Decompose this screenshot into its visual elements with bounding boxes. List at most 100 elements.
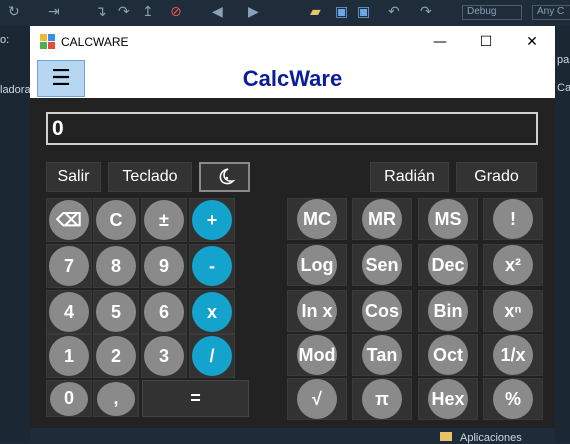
divide-button[interactable]: /	[189, 334, 235, 378]
natural-log-button[interactable]: In x	[287, 290, 347, 332]
percent-button[interactable]: %	[483, 378, 543, 420]
digit-9-button[interactable]: 9	[141, 244, 187, 288]
save-icon[interactable]: ▣	[335, 4, 348, 20]
calculator-window: CALCWARE — ☐ ✕ ☰ CalcWare 0 Salir Teclad…	[30, 26, 555, 428]
key-label: MC	[297, 199, 337, 239]
key-label: π	[362, 379, 402, 419]
digit-2-button[interactable]: 2	[93, 334, 139, 378]
digit-4-button[interactable]: 4	[46, 290, 92, 334]
decimal-base-button[interactable]: Dec	[418, 244, 478, 286]
app-header: ☰ CalcWare	[30, 57, 555, 98]
reciprocal-button[interactable]: 1/x	[483, 334, 543, 376]
key-label: 6	[144, 292, 184, 332]
key-label: ,	[97, 381, 135, 416]
theme-toggle-button[interactable]	[199, 162, 250, 192]
multiply-button[interactable]: x	[189, 290, 235, 334]
save-all-icon[interactable]: ▣	[357, 4, 370, 20]
factorial-button[interactable]: !	[483, 198, 543, 240]
power-button[interactable]: xⁿ	[483, 290, 543, 332]
key-label: Oct	[428, 335, 468, 375]
key-label: Hex	[428, 379, 468, 419]
radian-button[interactable]: Radián	[370, 162, 449, 192]
add-button[interactable]: +	[189, 198, 235, 242]
key-label: In x	[297, 291, 337, 331]
key-label: 1	[49, 336, 89, 376]
digit-3-button[interactable]: 3	[141, 334, 187, 378]
key-label: +	[192, 200, 232, 240]
key-label: Bin	[428, 291, 468, 331]
solution-item-label[interactable]: Aplicaciones	[460, 432, 522, 444]
equals-button[interactable]: =	[142, 380, 249, 417]
key-label: 8	[96, 246, 136, 286]
digit-5-button[interactable]: 5	[93, 290, 139, 334]
key-label: ⌫	[49, 200, 89, 240]
memory-recall-button[interactable]: MR	[352, 198, 412, 240]
ide-right-label: Cal	[557, 82, 570, 94]
ide-left-panel: o: ladora	[0, 26, 31, 442]
tangent-button[interactable]: Tan	[352, 334, 412, 376]
key-label: xⁿ	[493, 291, 533, 331]
folder-icon	[440, 432, 452, 441]
memory-clear-button[interactable]: MC	[287, 198, 347, 240]
digit-8-button[interactable]: 8	[93, 244, 139, 288]
step-icon[interactable]: ↴	[95, 4, 107, 20]
title-bar[interactable]: CALCWARE — ☐ ✕	[30, 26, 555, 57]
salir-button[interactable]: Salir	[46, 162, 101, 192]
key-label: 5	[96, 292, 136, 332]
key-label: x	[192, 292, 232, 332]
clear-button[interactable]: C	[93, 198, 139, 242]
breakpoint-icon[interactable]: ⊘	[170, 4, 182, 20]
redo-icon[interactable]: ↷	[420, 4, 432, 20]
forward-icon[interactable]: ▶	[248, 4, 259, 20]
key-label: Sen	[362, 245, 402, 285]
sine-button[interactable]: Sen	[352, 244, 412, 286]
cosine-button[interactable]: Cos	[352, 290, 412, 332]
folder-open-icon[interactable]: ▰	[310, 4, 321, 20]
key-label: 2	[96, 336, 136, 376]
step-icon[interactable]: ↥	[142, 4, 154, 20]
key-label: 0	[50, 381, 88, 416]
key-label: %	[493, 379, 533, 419]
subtract-button[interactable]: -	[189, 244, 235, 288]
pi-button[interactable]: π	[352, 378, 412, 420]
key-label: Cos	[362, 291, 402, 331]
platform-dropdown[interactable]: Any C	[532, 5, 570, 20]
key-label: ±	[144, 200, 184, 240]
digit-7-button[interactable]: 7	[46, 244, 92, 288]
memory-store-button[interactable]: MS	[418, 198, 478, 240]
key-label: Mod	[297, 335, 337, 375]
digit-0-button[interactable]: 0	[46, 380, 92, 417]
key-label: /	[192, 336, 232, 376]
grado-button[interactable]: Grado	[456, 162, 537, 192]
octal-button[interactable]: Oct	[418, 334, 478, 376]
key-label: √	[297, 379, 337, 419]
teclado-button[interactable]: Teclado	[108, 162, 192, 192]
square-root-button[interactable]: √	[287, 378, 347, 420]
plus-minus-button[interactable]: ±	[141, 198, 187, 242]
key-label: C	[96, 200, 136, 240]
ide-left-label: ladora	[0, 84, 31, 96]
key-label: 1/x	[493, 335, 533, 375]
close-button[interactable]: ✕	[509, 26, 555, 57]
step-icon[interactable]: ⇥	[48, 4, 60, 20]
backspace-button[interactable]: ⌫	[46, 198, 92, 242]
key-label: Log	[297, 245, 337, 285]
step-icon[interactable]: ↷	[118, 4, 130, 20]
key-label: Tan	[362, 335, 402, 375]
digit-6-button[interactable]: 6	[141, 290, 187, 334]
log-button[interactable]: Log	[287, 244, 347, 286]
configuration-dropdown[interactable]: Debug	[462, 5, 522, 20]
square-button[interactable]: x²	[483, 244, 543, 286]
app-title: CalcWare	[242, 66, 343, 91]
modulo-button[interactable]: Mod	[287, 334, 347, 376]
maximize-button[interactable]: ☐	[463, 26, 509, 57]
hexadecimal-button[interactable]: Hex	[418, 378, 478, 420]
undo-icon[interactable]: ↶	[388, 4, 400, 20]
decimal-button[interactable]: ,	[93, 380, 139, 417]
window-title: CALCWARE	[61, 35, 129, 49]
back-icon[interactable]: ◀	[212, 4, 223, 20]
binary-button[interactable]: Bin	[418, 290, 478, 332]
refresh-icon[interactable]: ↻	[8, 4, 20, 20]
digit-1-button[interactable]: 1	[46, 334, 92, 378]
minimize-button[interactable]: —	[417, 26, 463, 57]
